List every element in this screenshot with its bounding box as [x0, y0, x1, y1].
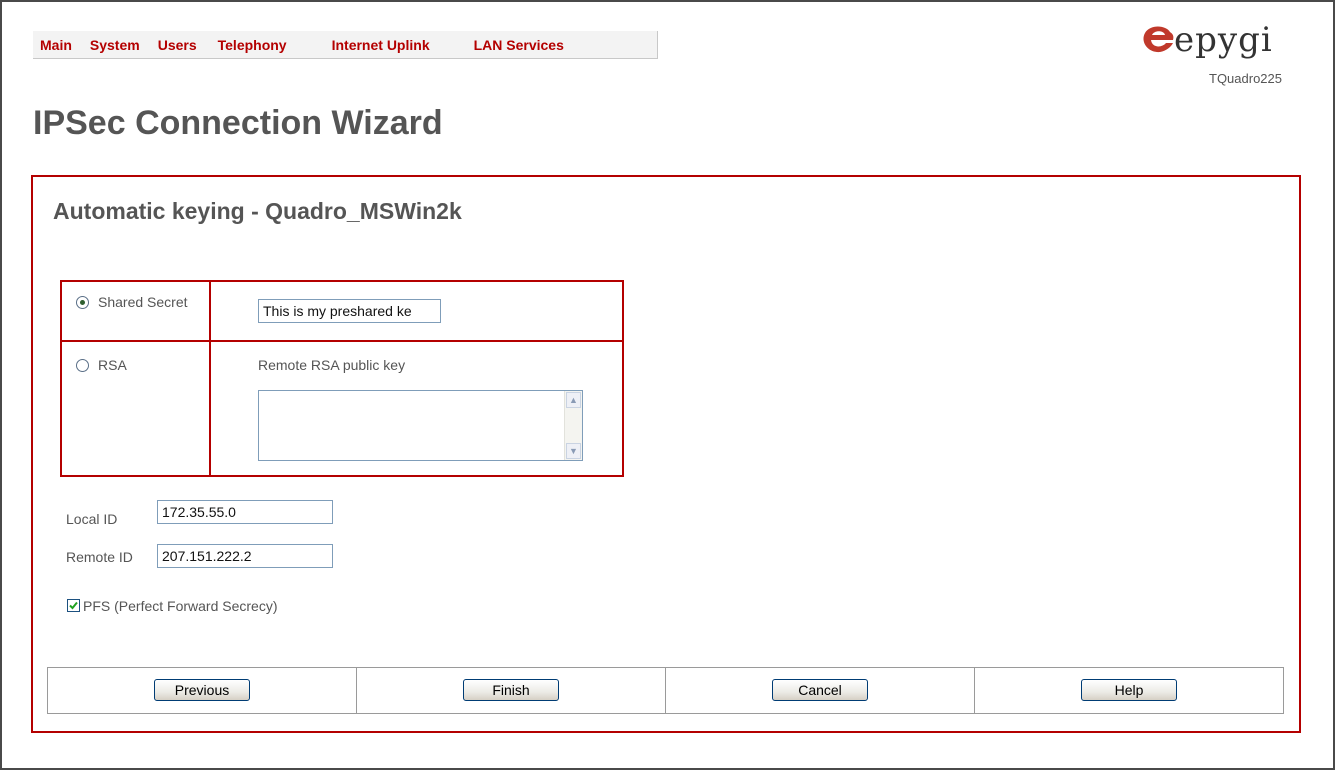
textarea-scrollbar[interactable]: ▲ ▼: [564, 391, 582, 460]
remote-id-label: Remote ID: [66, 549, 133, 565]
top-menu: Main System Users Telephony Internet Upl…: [33, 31, 658, 59]
shared-secret-value-cell: This is my preshared ke: [209, 280, 624, 342]
scroll-up-icon[interactable]: ▲: [566, 392, 581, 408]
section-title: Automatic keying - Quadro_MSWin2k: [53, 198, 462, 224]
local-id-label: Local ID: [66, 511, 118, 527]
finish-button[interactable]: Finish: [463, 679, 559, 701]
menu-item-lan-services[interactable]: LAN Services: [474, 37, 564, 53]
shared-secret-input[interactable]: This is my preshared ke: [258, 299, 441, 323]
local-id-input[interactable]: 172.35.55.0: [157, 500, 333, 524]
scroll-down-icon[interactable]: ▼: [566, 443, 581, 459]
keying-method-table: Shared Secret This is my preshared ke RS…: [60, 280, 624, 477]
menu-item-users[interactable]: Users: [158, 37, 197, 53]
shared-secret-label: Shared Secret: [98, 294, 188, 310]
menu-item-internet-uplink[interactable]: Internet Uplink: [332, 37, 430, 53]
epygi-logo-mark-icon: [1143, 26, 1174, 53]
logo-text: epygi: [1174, 20, 1273, 60]
menu-item-system[interactable]: System: [90, 37, 140, 53]
cancel-button[interactable]: Cancel: [772, 679, 868, 701]
device-model: TQuadro225: [1209, 71, 1282, 86]
remote-id-input[interactable]: 207.151.222.2: [157, 544, 333, 568]
rsa-label: RSA: [98, 357, 127, 373]
rsa-radio[interactable]: [76, 359, 89, 372]
rsa-option-cell: RSA: [60, 340, 211, 477]
help-cell: Help: [975, 668, 1283, 713]
menu-item-telephony[interactable]: Telephony: [218, 37, 287, 53]
radio-selected-dot-icon: [80, 300, 85, 305]
previous-button[interactable]: Previous: [154, 679, 250, 701]
rsa-key-label: Remote RSA public key: [258, 357, 406, 373]
epygi-logo: epygi TQuadro225: [1140, 20, 1310, 90]
shared-secret-option-cell: Shared Secret: [60, 280, 211, 342]
shared-secret-radio[interactable]: [76, 296, 89, 309]
menu-item-main[interactable]: Main: [40, 37, 72, 53]
rsa-key-textarea[interactable]: ▲ ▼: [258, 390, 583, 461]
rsa-key-cell: Remote RSA public key ▲ ▼: [209, 340, 624, 477]
wizard-button-bar: Previous Finish Cancel Help: [47, 667, 1284, 714]
previous-cell: Previous: [48, 668, 357, 713]
help-button[interactable]: Help: [1081, 679, 1177, 701]
cancel-cell: Cancel: [666, 668, 975, 713]
checkmark-icon: [69, 601, 78, 610]
page-title: IPSec Connection Wizard: [33, 104, 443, 142]
pfs-label: PFS (Perfect Forward Secrecy): [83, 598, 278, 614]
finish-cell: Finish: [357, 668, 666, 713]
pfs-checkbox[interactable]: [67, 599, 80, 612]
